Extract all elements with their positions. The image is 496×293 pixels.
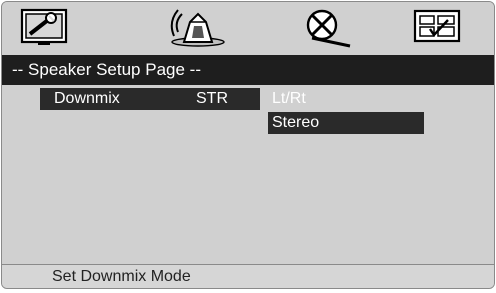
osd-screen: -- Speaker Setup Page -- Downmix STR Lt/… — [1, 1, 495, 289]
option-stereo[interactable]: Stereo — [268, 112, 424, 134]
speaker-setup-icon[interactable] — [168, 8, 228, 47]
setup-icon-bar — [2, 2, 494, 54]
menu-item-label: Downmix — [54, 90, 120, 107]
dolby-digital-setup-icon[interactable] — [298, 8, 354, 48]
settings-panel: Downmix STR Lt/Rt Stereo — [2, 85, 494, 265]
option-lt-rt[interactable]: Lt/Rt — [268, 88, 424, 110]
preference-setup-icon[interactable] — [412, 8, 462, 46]
menu-item-value: STR — [196, 90, 228, 107]
general-setup-icon[interactable] — [18, 8, 70, 46]
downmix-menu-item[interactable]: Downmix STR — [40, 88, 260, 110]
status-bar: Set Downmix Mode — [2, 264, 494, 288]
page-title: -- Speaker Setup Page -- — [2, 55, 494, 85]
